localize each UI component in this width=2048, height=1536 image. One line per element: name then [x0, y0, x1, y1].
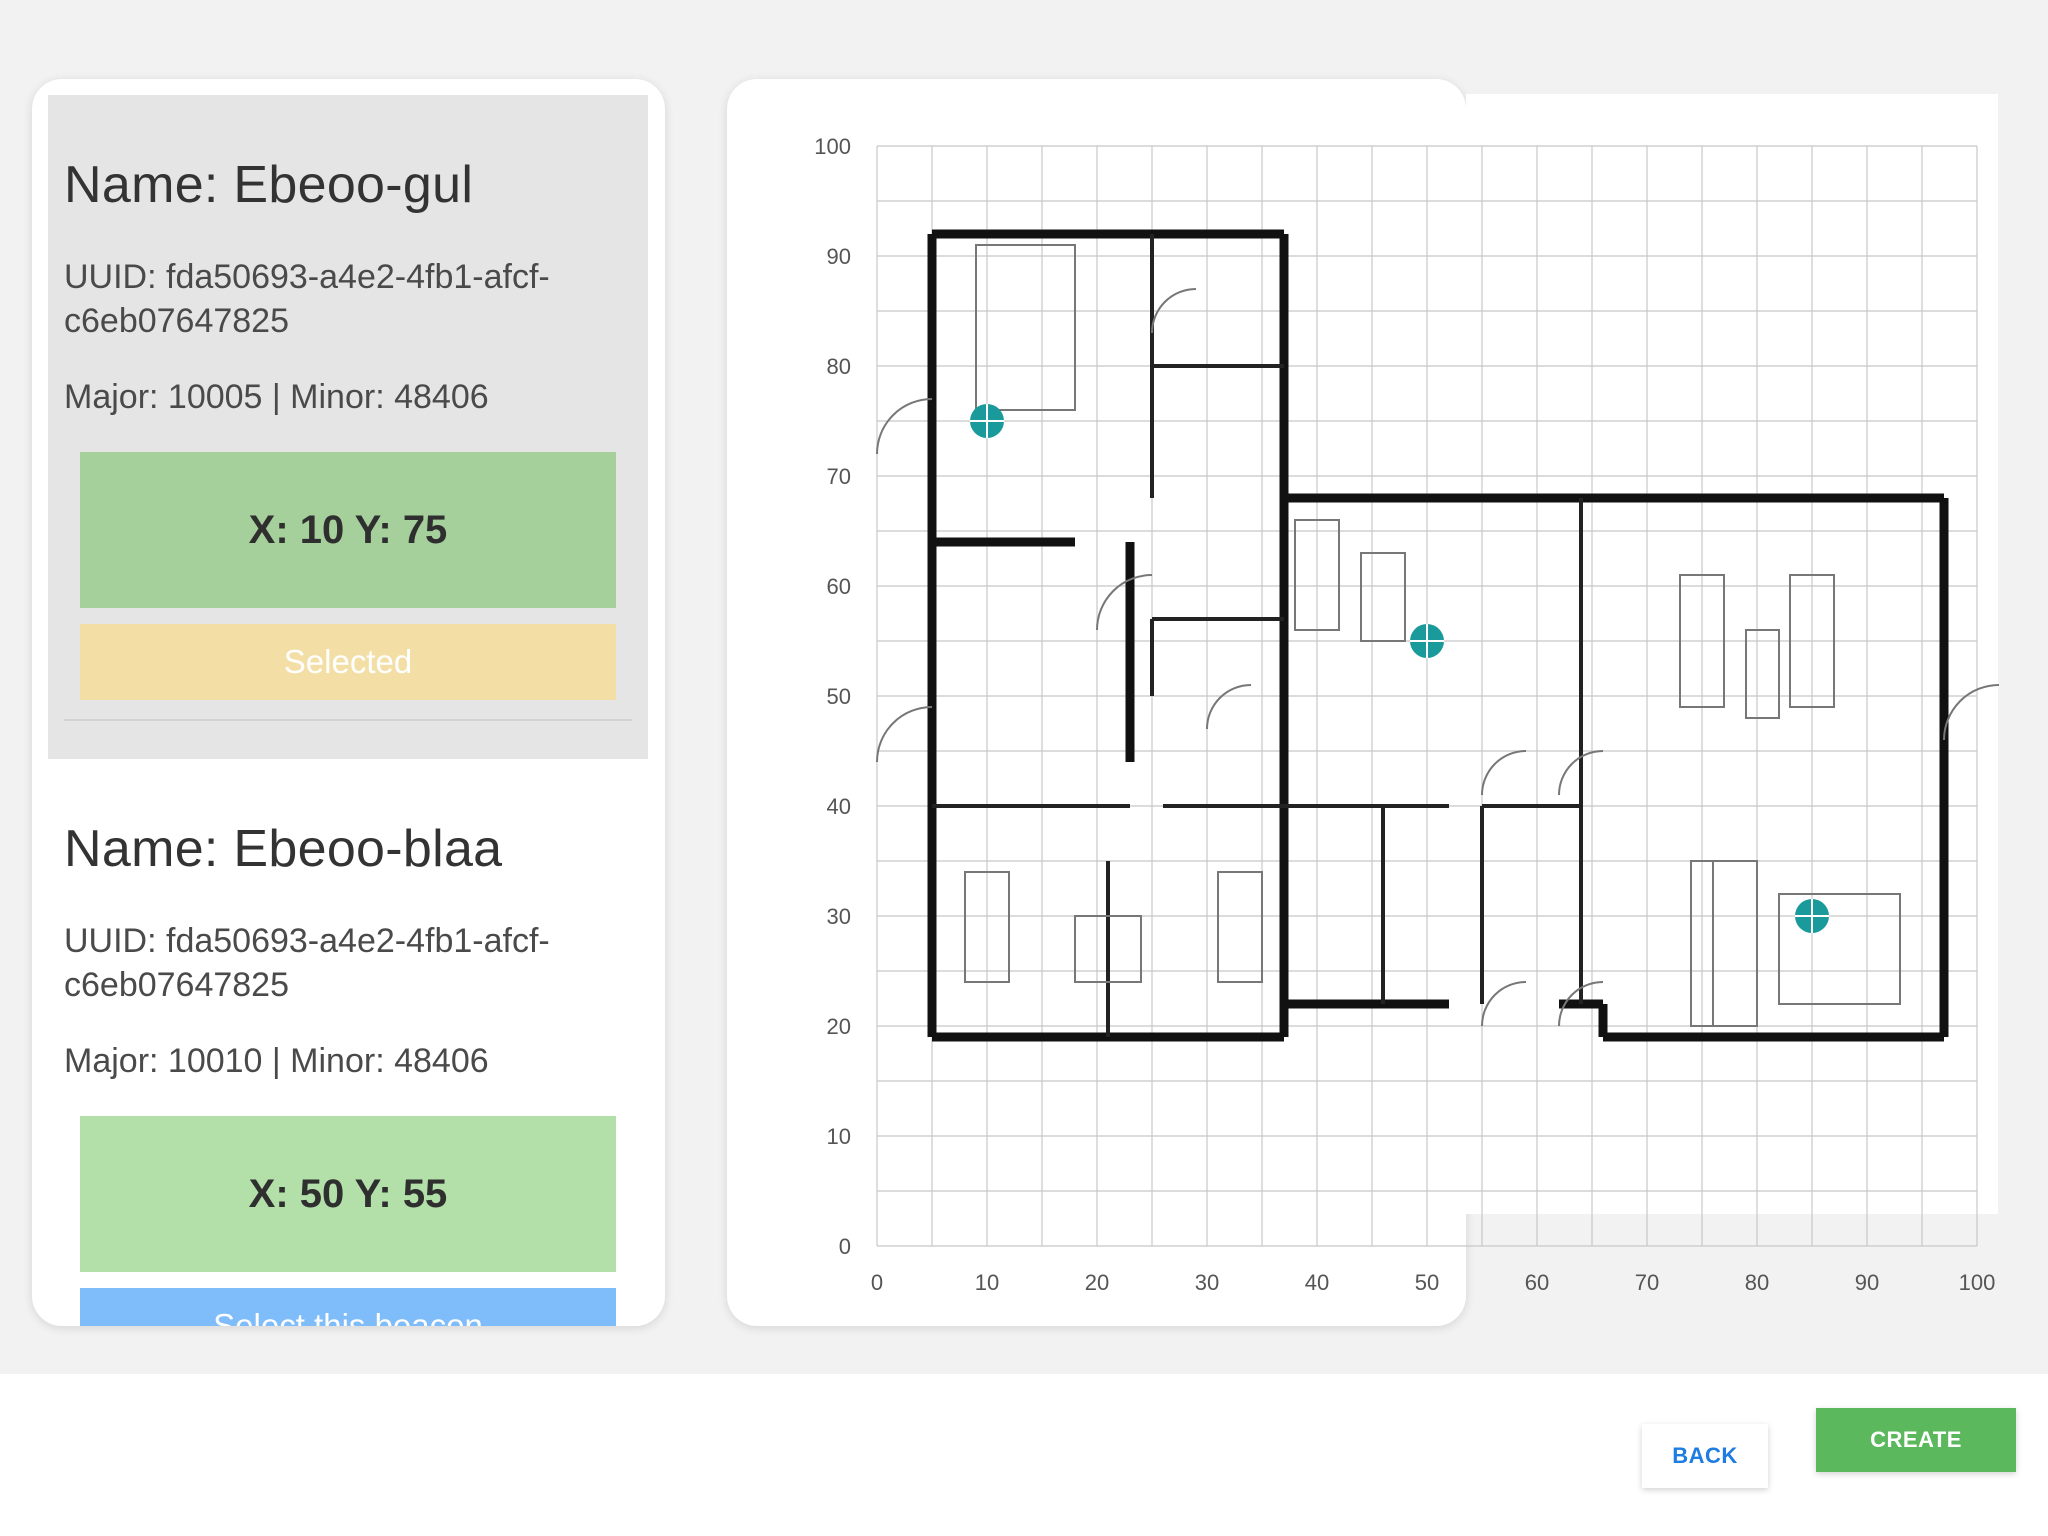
x-tick-label: 40	[1305, 1270, 1329, 1295]
y-tick-label: 40	[827, 794, 851, 819]
x-tick-label: 20	[1085, 1270, 1109, 1295]
y-tick-label: 20	[827, 1014, 851, 1039]
y-tick-label: 60	[827, 574, 851, 599]
create-button[interactable]: CREATE	[1816, 1408, 2016, 1472]
floor-plan-map[interactable]: 0 10 20 30 40 50 60 70 80 90 100 0 10 20 30 40 50 60 70 80 9…	[727, 79, 2017, 1339]
back-button[interactable]: BACK	[1642, 1424, 1768, 1488]
map-axis-ticks: 0 10 20 30 40 50 60 70 80 90 100 0 10 20 30 40 50 60 70 80 9…	[814, 134, 1995, 1295]
beacon-name: Name: Ebeoo-gul	[64, 156, 474, 214]
x-tick-label: 100	[1959, 1270, 1996, 1295]
beacon-uuid-line1: UUID: fda50693-a4e2-4fb1-afcf-	[64, 922, 550, 960]
y-tick-label: 90	[827, 244, 851, 269]
door-arc	[1481, 750, 1527, 796]
y-tick-label: 100	[814, 134, 851, 159]
door-arc	[876, 398, 933, 455]
y-tick-label: 10	[827, 1124, 851, 1149]
beacon-item-selected[interactable]: Name: Ebeoo-gul UUID: fda50693-a4e2-4fb1…	[48, 95, 648, 759]
beacon-uuid-line2: c6eb07647825	[64, 302, 290, 340]
beacon-marker[interactable]	[970, 404, 1004, 438]
map-grid	[876, 145, 1978, 1247]
selected-button[interactable]: Selected	[80, 624, 616, 700]
x-tick-label: 30	[1195, 1270, 1219, 1295]
beacon-coordinates: X: 10 Y: 75	[80, 452, 616, 608]
beacon-item[interactable]: Name: Ebeoo-blaa UUID: fda50693-a4e2-4fb…	[48, 759, 648, 1326]
beacon-coordinates: X: 50 Y: 55	[80, 1116, 616, 1272]
select-beacon-button[interactable]: Select this beacon	[80, 1288, 616, 1326]
beacon-major-minor: Major: 10010 | Minor: 48406	[64, 1042, 489, 1080]
beacon-marker[interactable]	[1795, 899, 1829, 933]
x-tick-label: 90	[1855, 1270, 1879, 1295]
beacon-markers	[970, 404, 1829, 933]
door-arc	[1943, 684, 2000, 741]
beacon-list[interactable]: Name: Ebeoo-gul UUID: fda50693-a4e2-4fb1…	[32, 79, 665, 1326]
furniture	[1360, 552, 1406, 642]
x-tick-label: 0	[871, 1270, 883, 1295]
door-arc	[1096, 574, 1153, 631]
beacon-divider	[64, 719, 632, 721]
beacon-list-card: Name: Ebeoo-gul UUID: fda50693-a4e2-4fb1…	[32, 79, 665, 1326]
y-tick-label: 30	[827, 904, 851, 929]
beacon-uuid-line1: UUID: fda50693-a4e2-4fb1-afcf-	[64, 258, 550, 296]
x-tick-label: 50	[1415, 1270, 1439, 1295]
beacon-name: Name: Ebeoo-blaa	[64, 820, 503, 878]
y-tick-label: 50	[827, 684, 851, 709]
y-tick-label: 80	[827, 354, 851, 379]
door-arc	[1206, 684, 1252, 730]
x-tick-label: 70	[1635, 1270, 1659, 1295]
furniture	[1217, 871, 1263, 983]
beacon-major-minor: Major: 10005 | Minor: 48406	[64, 378, 489, 416]
door-arc	[1481, 981, 1527, 1027]
x-tick-label: 10	[975, 1270, 999, 1295]
beacon-uuid-line2: c6eb07647825	[64, 966, 290, 1004]
furniture	[975, 244, 1076, 411]
x-tick-label: 80	[1745, 1270, 1769, 1295]
door-arc	[876, 706, 933, 763]
furniture	[1745, 629, 1780, 719]
beacon-marker[interactable]	[1410, 624, 1444, 658]
y-tick-label: 0	[839, 1234, 851, 1259]
x-tick-label: 60	[1525, 1270, 1549, 1295]
y-tick-label: 70	[827, 464, 851, 489]
furniture	[1712, 860, 1758, 1027]
